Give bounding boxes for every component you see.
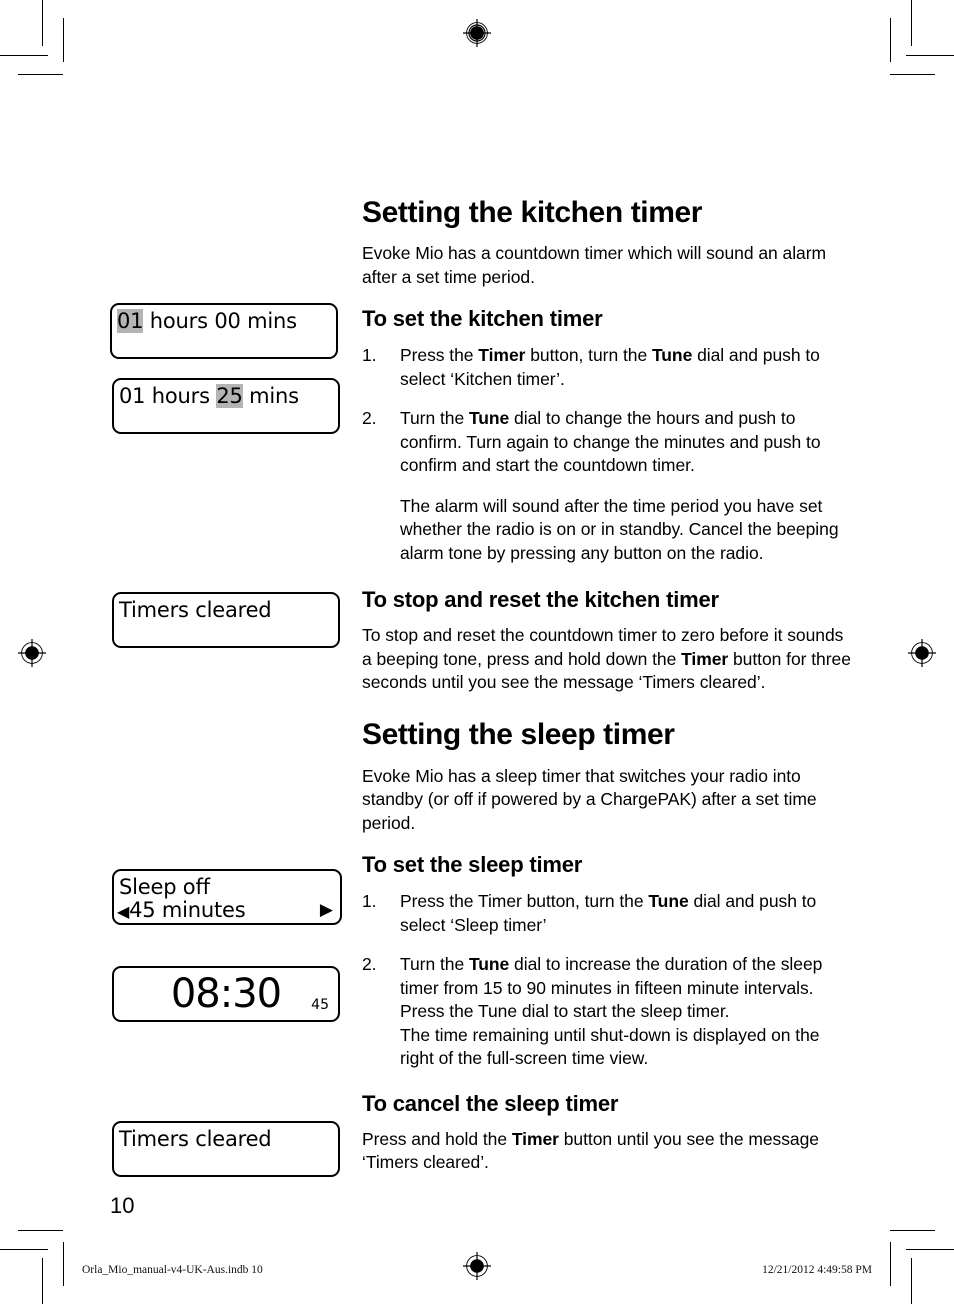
step-bold-tune: Tune: [468, 954, 510, 974]
heading-to-set-kitchen-timer: To set the kitchen timer: [362, 306, 603, 331]
registration-target-icon-bottom: [463, 1252, 491, 1280]
heading-setting-sleep-timer: Setting the sleep timer: [362, 717, 675, 751]
manual-page: 01 hours 00 mins 01 hours 25 mins Timers…: [0, 0, 954, 1305]
step-bold-tune: Tune: [651, 345, 693, 365]
crop-mark: [890, 1230, 935, 1231]
crop-mark: [890, 18, 891, 62]
crop-mark: [42, 1258, 43, 1304]
crop-mark: [890, 1242, 891, 1286]
step-number: 2.: [362, 408, 377, 428]
footer-timestamp: 12/21/2012 4:49:58 PM: [762, 1264, 872, 1276]
paragraph-bold-timer: Timer: [511, 1128, 559, 1149]
paragraph-bold-timer: Timer: [681, 648, 729, 669]
step-number: 1.: [362, 891, 377, 911]
page-number: 10: [110, 1193, 135, 1218]
crop-mark: [63, 18, 64, 62]
heading-to-stop-reset-kitchen-timer: To stop and reset the kitchen timer: [362, 587, 719, 612]
lcd-text-sleep-duration: 45 minutes: [129, 898, 246, 922]
step-text-d: The time remaining until shut-down is di…: [400, 1024, 820, 1069]
step-number: 1.: [362, 345, 377, 365]
lcd-text-clock-time: 08:30: [170, 971, 282, 1017]
lcd-highlight-hours: 01: [117, 309, 144, 333]
step-text-a: Turn the: [400, 954, 469, 974]
lcd-text-hours-selected: 01 hours 00 mins: [117, 309, 297, 334]
paragraph-kitchen-stop: To stop and reset the countdown timer to…: [362, 624, 852, 695]
crop-mark: [0, 55, 48, 56]
registration-target-icon-right: [908, 639, 936, 667]
lcd-screen-sleep-off: Sleep off ◀45 minutes ▶: [112, 869, 342, 925]
lcd-text-minutes-selected: 01 hours 25 mins: [119, 384, 299, 409]
paragraph-kitchen-intro: Evoke Mio has a countdown timer which wi…: [362, 243, 827, 287]
crop-mark: [42, 0, 43, 46]
paragraph-kitchen-alarm-note: The alarm will sound after the time peri…: [400, 495, 839, 563]
step-sleep-1: 1. Press the Timer button, turn the Tune …: [362, 890, 852, 937]
step-bold-tune: Tune: [648, 891, 689, 911]
step-text-a: Press the Timer button, turn the: [400, 891, 649, 911]
step-bold-timer: Timer: [478, 345, 526, 365]
step-kitchen-1: 1. Press the Timer button, turn the Tune …: [362, 344, 852, 391]
lcd-screen-minutes-selected: 01 hours 25 mins: [112, 378, 340, 434]
crop-mark: [18, 74, 63, 75]
crop-mark: [911, 0, 912, 46]
step-text-c: button, turn the: [525, 345, 652, 365]
lcd-screen-hours-selected: 01 hours 00 mins: [110, 303, 338, 359]
step-bold-tune: Tune: [468, 408, 510, 428]
paragraph-text-a: Press and hold the: [362, 1128, 512, 1149]
crop-mark: [0, 1249, 48, 1250]
content-column: Setting the kitchen timer Evoke Mio has …: [362, 0, 852, 1175]
crop-mark: [906, 1249, 954, 1250]
lcd-text-after: mins: [242, 384, 299, 408]
lcd-text-timers-cleared-2: Timers cleared: [119, 1127, 272, 1151]
crop-mark: [18, 1230, 63, 1231]
crop-mark: [911, 1258, 912, 1304]
heading-to-cancel-sleep-timer: To cancel the sleep timer: [362, 1090, 619, 1116]
lcd-text-rest: hours 00 mins: [143, 309, 297, 333]
lcd-text-sleep-off: Sleep off: [119, 875, 210, 899]
lcd-screen-timers-cleared-sleep: Timers cleared: [112, 1121, 340, 1177]
step-kitchen-2: 2. Turn the Tune dial to change the hours…: [362, 407, 852, 478]
lcd-text-sleep-duration-row: ◀45 minutes: [117, 898, 246, 923]
lcd-text-sleep-remaining: 45: [311, 997, 329, 1013]
heading-setting-kitchen-timer: Setting the kitchen timer: [362, 196, 703, 229]
arrow-left-icon: ◀: [117, 902, 130, 921]
crop-mark: [890, 74, 935, 75]
crop-mark: [906, 55, 954, 56]
step-text-a: Press the: [400, 345, 479, 365]
paragraph-sleep-cancel: Press and hold the Timer button until yo…: [362, 1128, 852, 1175]
step-text-a: Turn the: [400, 408, 469, 428]
footer-filename: Orla_Mio_manual-v4-UK-Aus.indb 10: [82, 1264, 263, 1276]
lcd-text-before: 01 hours: [119, 384, 217, 408]
lcd-text-timers-cleared: Timers cleared: [119, 598, 272, 622]
step-sleep-2: 2. Turn the Tune dial to increase the dur…: [362, 953, 852, 1071]
paragraph-sleep-intro: Evoke Mio has a sleep timer that switche…: [362, 765, 817, 833]
heading-to-set-sleep-timer: To set the sleep timer: [362, 852, 583, 877]
registration-target-icon-left: [18, 639, 46, 667]
lcd-screen-clock: 08:30 45: [112, 966, 340, 1022]
lcd-screen-timers-cleared-kitchen: Timers cleared: [112, 592, 340, 648]
arrow-right-icon: ▶: [319, 900, 333, 920]
lcd-highlight-minutes: 25: [216, 384, 243, 408]
crop-mark: [63, 1242, 64, 1286]
step-number: 2.: [362, 954, 377, 974]
